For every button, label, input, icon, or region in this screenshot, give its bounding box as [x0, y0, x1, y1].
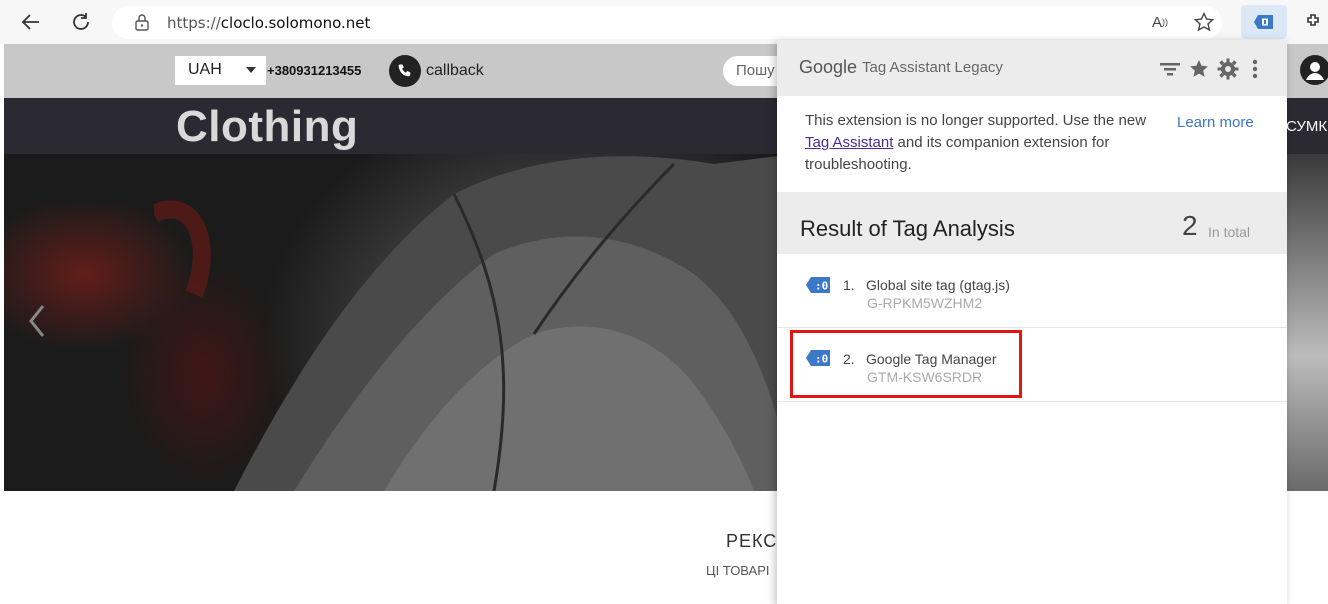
highlight-box — [790, 330, 1022, 398]
svg-text::0: :0 — [815, 280, 828, 293]
chevron-down-icon — [246, 67, 256, 73]
tag-assistant-extension-icon[interactable] — [1241, 5, 1287, 39]
search-placeholder: Пошу — [736, 62, 775, 79]
site-logo[interactable]: Clothing — [176, 102, 358, 152]
avatar[interactable] — [1300, 55, 1328, 85]
learn-more-link[interactable]: Learn more — [1177, 114, 1254, 131]
section-title: РЕКС — [726, 531, 778, 551]
tag-assistant-link[interactable]: Tag Assistant — [805, 134, 893, 151]
result-count: 2 — [1182, 210, 1198, 241]
result-title: Result of Tag Analysis — [800, 216, 1015, 241]
read-aloud-icon[interactable]: A)) — [1146, 8, 1174, 36]
section-subtitle: ЦІ ТОВАРІ — [706, 563, 770, 578]
notice-text-start: This extension is no longer supported. U… — [805, 112, 1147, 129]
lock-icon[interactable] — [134, 13, 150, 36]
tag-assistant-popup: Google Tag Assistant Legacy This extensi… — [777, 40, 1287, 604]
nav-item-bags[interactable]: СУМКИ — [1286, 118, 1328, 135]
callback-link[interactable]: callback — [426, 62, 484, 80]
tag-row[interactable]: :0 1. Global site tag (gtag.js) G-RPKM5W… — [777, 254, 1287, 328]
filter-icon[interactable] — [1159, 58, 1181, 80]
star-icon[interactable] — [1188, 58, 1210, 80]
currency-value: UAH — [188, 61, 222, 78]
popup-title: Tag Assistant Legacy — [862, 59, 1003, 76]
url-text: https://cloclo.solomono.net — [167, 14, 370, 32]
hero-right-edge — [1286, 154, 1328, 491]
deprecation-notice: This extension is no longer supported. U… — [805, 110, 1155, 176]
phone-icon[interactable] — [389, 55, 421, 87]
phone-number[interactable]: +380931213455 — [267, 63, 361, 78]
url-domain: cloclo.solomono.net — [220, 14, 371, 32]
browser-toolbar: https://cloclo.solomono.net A)) — [0, 0, 1328, 44]
leather-jacket-image — [154, 154, 794, 491]
extensions-icon[interactable] — [1300, 8, 1328, 36]
tag-icon: :0 — [806, 277, 830, 293]
address-bar[interactable]: https://cloclo.solomono.net — [112, 6, 1222, 39]
currency-select[interactable]: UAH — [175, 56, 266, 85]
popup-header: Google Tag Assistant Legacy — [777, 40, 1287, 96]
gear-icon[interactable] — [1217, 58, 1239, 80]
tag-name: Global site tag (gtag.js) — [866, 277, 1010, 293]
back-arrow-icon[interactable] — [17, 8, 45, 36]
result-count-label: In total — [1208, 224, 1251, 240]
tag-index: 1. — [843, 277, 855, 293]
google-logo: Google — [799, 57, 858, 77]
refresh-icon[interactable] — [67, 8, 95, 36]
result-header: Result of Tag Analysis 2 In total — [777, 192, 1287, 254]
tag-id: G-RPKM5WZHM2 — [867, 295, 983, 311]
url-prefix: https:// — [167, 14, 221, 32]
hero-prev-arrow-icon[interactable] — [28, 304, 46, 338]
favorite-star-icon[interactable] — [1190, 8, 1218, 36]
more-vert-icon[interactable] — [1244, 58, 1266, 80]
